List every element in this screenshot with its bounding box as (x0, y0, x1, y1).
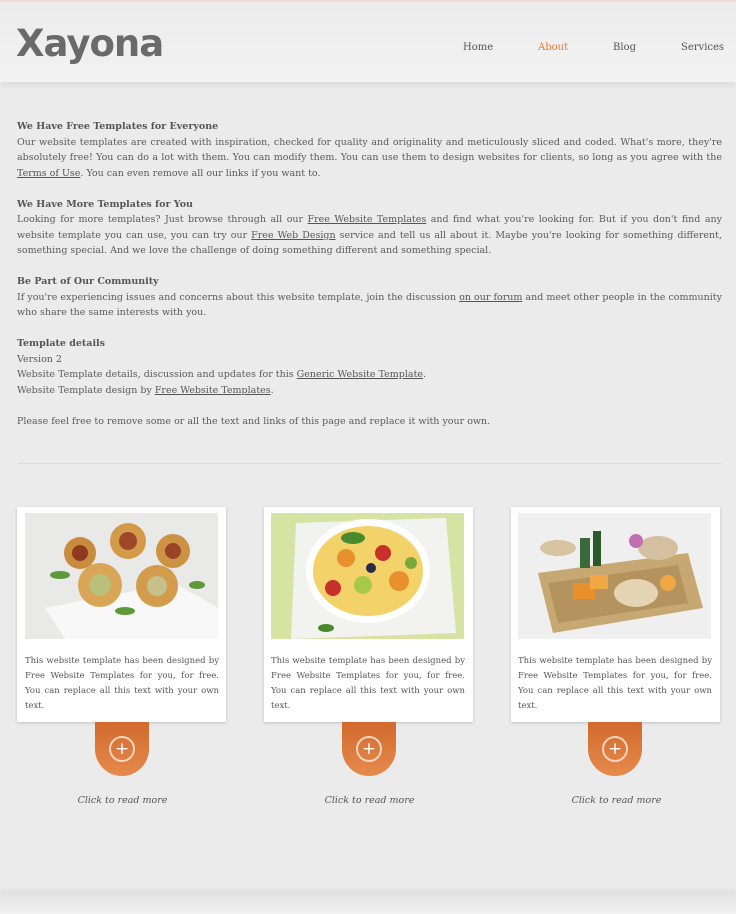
section-heading: Be Part of Our Community (17, 276, 159, 287)
card-read-more-tab-2[interactable]: + (342, 722, 396, 776)
feature-card-1: This website template has been designed … (17, 507, 226, 722)
section-community: Be Part of Our Community If you're exper… (17, 274, 722, 321)
card-image-pastries[interactable] (25, 513, 218, 639)
section-heading: We Have Free Templates for Everyone (17, 121, 219, 132)
main-content: We Have Free Templates for Everyone Our … (17, 119, 722, 445)
content-divider (17, 463, 722, 464)
card-description: This website template has been designed … (25, 656, 219, 711)
plus-circle-icon: + (109, 736, 135, 762)
plus-circle-icon: + (602, 736, 628, 762)
free-web-design-link[interactable]: Free Web Design (251, 230, 335, 241)
site-logo[interactable]: Xayona (16, 22, 164, 66)
feature-card-3: This website template has been designed … (511, 507, 720, 722)
forum-link[interactable]: on our forum (459, 292, 522, 303)
body-text: Website Template details, discussion and… (17, 369, 297, 380)
card-image-fruit-salad[interactable] (271, 513, 464, 639)
nav-blog[interactable]: Blog (613, 42, 636, 53)
version-text: Version 2 (17, 353, 62, 365)
nav-about[interactable]: About (538, 42, 568, 53)
plus-circle-icon: + (356, 736, 382, 762)
generic-template-link[interactable]: Generic Website Template (297, 369, 423, 380)
terms-of-use-link[interactable]: Terms of Use (17, 168, 80, 179)
body-text: If you're experiencing issues and concer… (17, 291, 460, 303)
body-text: . (270, 384, 274, 396)
body-text: . You can even remove all our links if y… (80, 167, 321, 179)
section-template-details: Template details Version 2 Website Templ… (17, 336, 722, 398)
read-more-link-1[interactable]: Click to read more (18, 795, 227, 806)
section-heading: Template details (17, 338, 106, 349)
closing-text: Please feel free to remove some or all t… (17, 415, 491, 427)
card-image-spa-basket[interactable] (518, 513, 711, 639)
section-heading: We Have More Templates for You (17, 198, 193, 210)
body-text: Our website templates are created with i… (17, 136, 722, 164)
section-free-templates: We Have Free Templates for Everyone Our … (17, 119, 722, 181)
nav-home[interactable]: Home (463, 42, 493, 53)
free-website-templates-link[interactable]: Free Website Templates (308, 214, 427, 225)
body-text: . (423, 369, 427, 380)
card-read-more-tab-3[interactable]: + (588, 722, 642, 776)
section-more-templates: We Have More Templates for You Looking f… (17, 197, 722, 259)
card-description: This website template has been designed … (271, 656, 465, 711)
feature-card-2: This website template has been designed … (264, 507, 473, 722)
body-text: Website Template design by (17, 384, 155, 396)
read-more-link-3[interactable]: Click to read more (512, 795, 721, 806)
nav-services[interactable]: Services (681, 42, 724, 53)
card-description: This website template has been designed … (518, 656, 712, 711)
site-header: Xayona Home About Blog Services (0, 2, 736, 82)
body-text: Looking for more templates? Just browse … (17, 214, 308, 225)
card-read-more-tab-1[interactable]: + (95, 722, 149, 776)
free-website-templates-link-2[interactable]: Free Website Templates (155, 385, 271, 396)
site-footer (0, 892, 736, 914)
read-more-link-2[interactable]: Click to read more (265, 795, 474, 806)
